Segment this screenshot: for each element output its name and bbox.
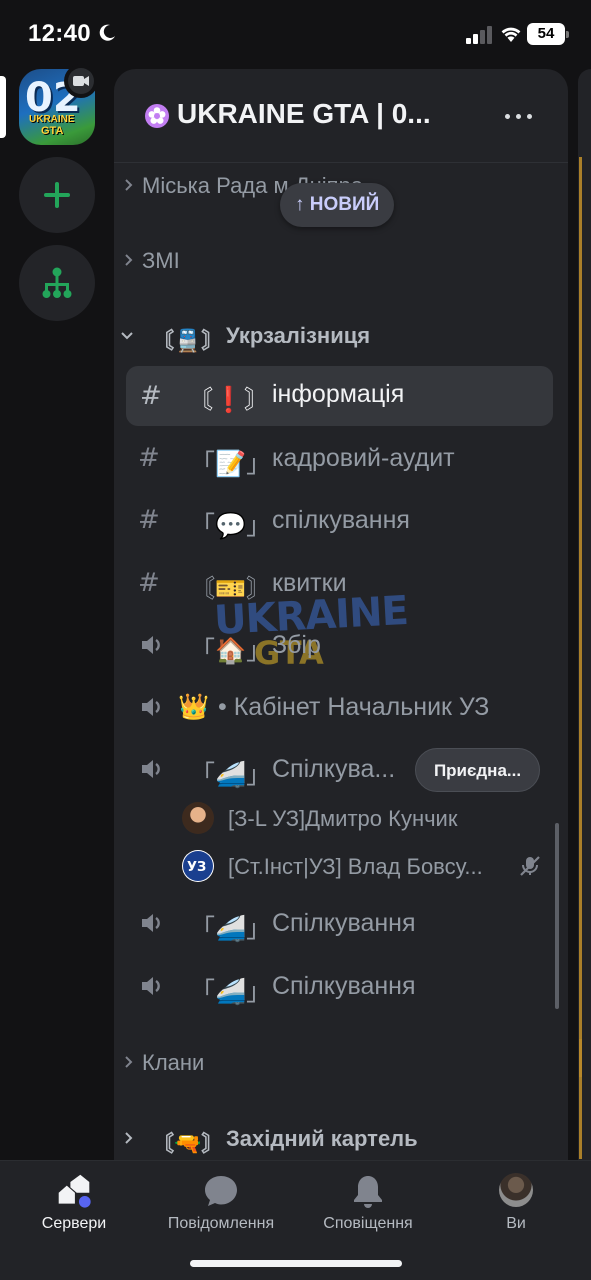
category-media[interactable]: ЗМІ [114,244,568,278]
hub-tree-icon [42,267,72,298]
voice-member[interactable]: [З-L УЗ]Дмитро Кунчик [114,798,568,838]
channel-prefix: 「🚄」 [190,978,272,1006]
channel-prefix: 「💬」 [190,512,272,540]
text-channel-icon: # [140,382,162,410]
servers-icon [58,1174,92,1209]
speaker-icon [142,760,160,778]
nav-notifications[interactable]: Сповіщення [294,1161,442,1251]
moon-icon [99,24,115,41]
video-camera-icon [73,76,89,86]
chat-panel-edge-accent [579,1039,582,1159]
mic-muted-icon [520,856,540,876]
discover-servers-button[interactable] [19,245,95,321]
svg-text:#: # [138,569,160,597]
speaker-icon [142,914,160,932]
category-label: Західний картель [226,1126,418,1151]
member-avatar: УЗ [182,850,214,882]
channel-hr-audit[interactable]: # 「📝」 кадровий-аудит [114,434,568,482]
category-ukrzaliznytsia[interactable]: 〘🚆〙 Укрзалізниця [114,319,568,353]
channel-prefix: 「📝」 [190,450,272,478]
speaker-icon [142,698,160,716]
nav-servers[interactable]: Сервери [0,1161,148,1251]
speaker-icon [142,977,160,995]
svg-text:УЗ: УЗ [187,860,206,875]
nav-messages[interactable]: Повідомлення [147,1161,295,1251]
channel-label: Спілкування [272,909,416,937]
new-unreads-pill[interactable]: ↑ НОВИЙ [280,183,395,227]
channel-label: Спілкува... [272,755,396,783]
server-avatar-subtext: UKRAINE [29,114,75,125]
text-channel-icon: # [138,569,160,597]
messages-icon [205,1176,237,1206]
category-label: ЗМІ [142,248,180,273]
channel-list-scrollbar[interactable] [555,823,559,1009]
home-indicator [190,1260,402,1267]
svg-text:#: # [138,506,160,534]
channel-label: Збір [272,631,321,659]
channel-chat[interactable]: # 「💬」 спілкування [114,496,568,544]
category-prefix: 〘🚆〙 [152,328,224,353]
text-channel-icon: # [138,506,160,534]
category-label: Укрзалізниця [226,323,371,348]
member-name: [Ст.Інст|УЗ] Влад Бовсу... [228,854,483,879]
channel-label: спілкування [272,506,410,534]
channel-prefix: 〘❗〙 [188,386,270,414]
category-label: Клани [142,1050,205,1075]
status-bar: 12:40 54 [0,0,591,66]
server-header[interactable]: UKRAINE GTA | 0... [114,69,568,163]
nav-label: Сервери [41,1215,107,1232]
wifi-icon [501,27,521,42]
nav-profile[interactable]: Ви [442,1161,590,1251]
cellular-signal-icon [466,26,492,44]
voice-channel-chat-3[interactable]: 「🚄」 Спілкування [114,962,568,1010]
add-server-button[interactable] [19,157,95,233]
chevron-down-icon [121,332,133,340]
bell-icon [354,1176,382,1208]
channel-list-panel: UKRAINE GTA | 0... Міська Рада м.Дніпра … [114,69,568,1169]
svg-text:#: # [140,382,162,410]
chat-panel-edge-accent [579,157,582,1077]
channel-label: • Кабінет Начальник УЗ [218,693,490,721]
speaker-icon [142,636,160,654]
channel-prefix: 「🚄」 [190,915,272,943]
join-voice-button[interactable]: Приєдна... [415,748,540,792]
svg-text:#: # [138,444,160,472]
status-time: 12:40 [28,20,91,47]
channel-information[interactable]: # 〘❗〙 інформація [126,366,553,426]
selected-server-indicator [0,76,6,138]
channel-label: Спілкування [272,972,416,1000]
voice-channel-chat-2[interactable]: 「🚄」 Спілкування [114,899,568,947]
video-badge [64,64,98,98]
channel-label: інформація [272,380,405,408]
chevron-right-icon [125,179,133,191]
server-avatar-subtext-2: GTA [41,125,64,137]
channel-label: кадровий-аудит [272,444,455,472]
chevron-right-icon [125,254,133,266]
server-options-button[interactable] [499,103,539,129]
chat-panel-edge[interactable] [578,69,591,1169]
channel-prefix: 👑 [178,693,210,721]
category-western-cartel[interactable]: 〘🔫〙 Західний картель [114,1122,568,1156]
voice-member[interactable]: УЗ [Ст.Інст|УЗ] Влад Бовсу... [114,846,568,886]
member-avatar [182,802,214,834]
text-channel-icon: # [138,444,160,472]
nav-label: Повідомлення [167,1215,275,1232]
voice-channel-gathering[interactable]: 「🏠」 Збір [114,621,568,669]
plus-icon [44,182,70,208]
chevron-right-icon [125,1132,133,1144]
chevron-right-icon [125,1056,133,1068]
channel-prefix: 「🏠」 [190,637,272,665]
voice-channel-chief-office[interactable]: 👑 • Кабінет Начальник УЗ [114,683,568,731]
nav-label: Ви [506,1215,526,1232]
nav-label: Сповіщення [323,1215,413,1232]
battery-indicator: 54 [527,23,569,45]
uz-logo-icon: УЗ [183,851,213,881]
category-prefix: 〘🔫〙 [152,1131,224,1156]
server-boost-flower-icon [145,104,169,128]
channel-prefix: 「🚄」 [190,761,272,789]
server-name: UKRAINE GTA | 0... [177,98,431,129]
member-name: [З-L УЗ]Дмитро Кунчик [228,806,458,831]
category-clans[interactable]: Клани [114,1046,568,1080]
profile-avatar [499,1173,533,1207]
